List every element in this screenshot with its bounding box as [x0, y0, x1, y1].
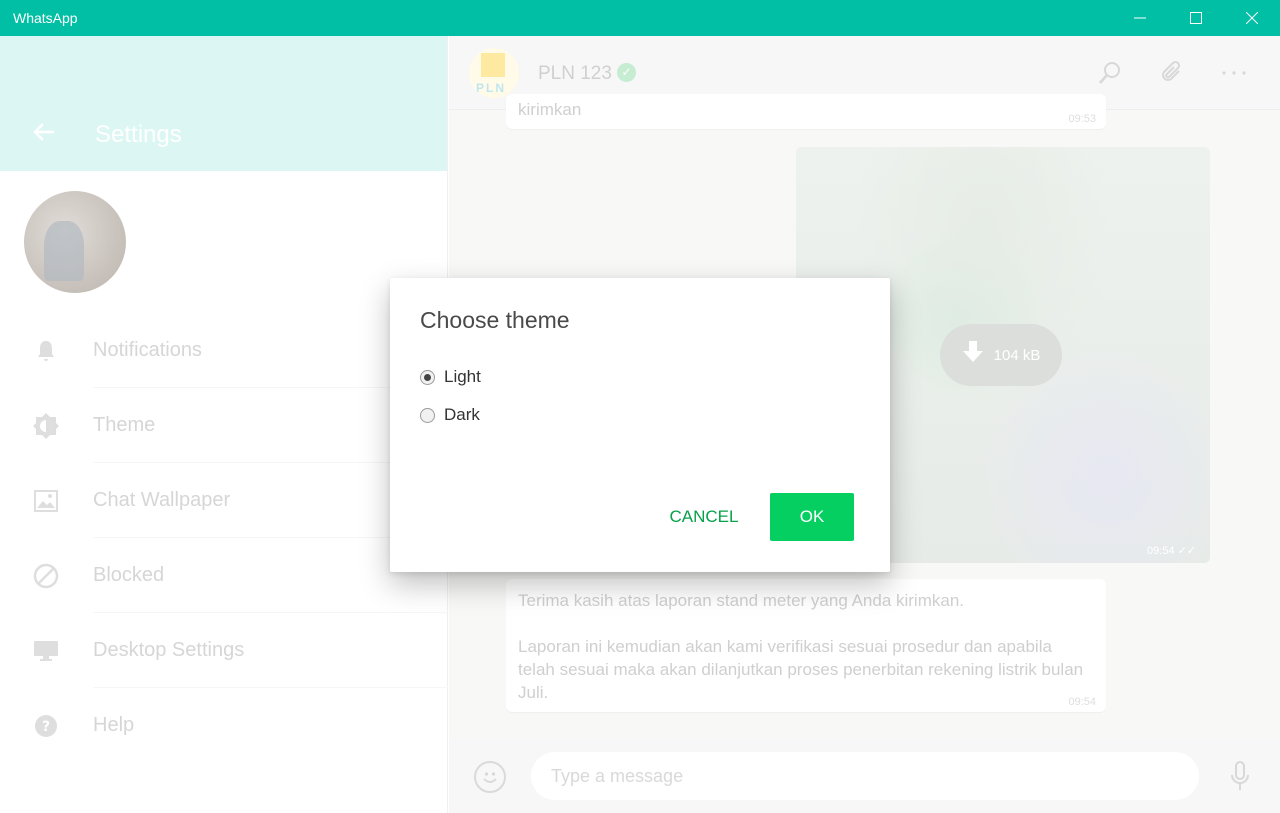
menu-item-help[interactable]: ? Help — [0, 688, 448, 763]
menu-item-label: Blocked — [93, 564, 165, 586]
menu-item-label: Chat Wallpaper — [93, 489, 231, 511]
menu-item-label: Theme — [93, 414, 156, 436]
settings-menu: Notifications Theme Chat Wallpaper Block… — [0, 313, 448, 763]
menu-item-chat-wallpaper[interactable]: Chat Wallpaper — [0, 463, 448, 538]
time-text: 09:54 — [1146, 545, 1175, 557]
profile-avatar[interactable] — [24, 191, 126, 293]
option-label: Dark — [444, 405, 480, 424]
menu-item-blocked[interactable]: Blocked — [0, 538, 448, 613]
ok-button[interactable]: OK — [770, 493, 854, 541]
message-time: 09:53 — [1068, 113, 1096, 125]
contact-name[interactable]: PLN 123 — [538, 63, 612, 85]
option-label: Light — [444, 367, 481, 386]
message-time: 09:54 — [1068, 696, 1096, 708]
microphone-button[interactable] — [1227, 760, 1253, 794]
paperclip-icon — [1162, 60, 1181, 81]
help-icon: ? — [31, 711, 61, 741]
cancel-button[interactable]: CANCEL — [662, 493, 746, 541]
radio-dark[interactable] — [420, 407, 435, 423]
search-button[interactable] — [1095, 58, 1125, 88]
lightning-logo-icon — [481, 53, 505, 77]
more-options-button[interactable] — [1219, 58, 1249, 88]
minimize-button[interactable] — [1112, 0, 1168, 36]
download-arrow-icon — [962, 340, 984, 370]
svg-text:?: ? — [42, 719, 50, 735]
window-title: WhatsApp — [13, 10, 78, 26]
message-input[interactable] — [531, 752, 1199, 800]
smiley-icon — [483, 772, 497, 783]
double-check-icon: ✓✓ — [1177, 545, 1196, 557]
back-button[interactable] — [32, 120, 56, 151]
close-icon — [1246, 12, 1258, 24]
more-horizontal-icon — [1222, 71, 1246, 75]
settings-title: Settings — [95, 121, 182, 148]
logo-text: PLN — [476, 81, 506, 95]
message-bubble: kirimkan 09:53 — [506, 94, 1106, 129]
message-text: kirimkan — [518, 100, 582, 119]
dialog-title: Choose theme — [420, 307, 570, 333]
bell-icon — [31, 336, 61, 366]
menu-item-theme[interactable]: Theme — [0, 388, 448, 463]
blocked-icon — [31, 561, 61, 591]
title-bar: WhatsApp — [0, 0, 1280, 36]
theme-option-light[interactable]: Light — [420, 367, 481, 387]
message-composer — [449, 738, 1280, 813]
maximize-button[interactable] — [1168, 0, 1224, 36]
theme-option-dark[interactable]: Dark — [420, 405, 480, 425]
theme-icon — [31, 411, 61, 441]
monitor-icon — [31, 636, 61, 666]
maximize-icon — [1190, 12, 1202, 24]
minimize-icon — [1134, 17, 1146, 19]
verified-check-icon: ✓ — [617, 63, 636, 82]
file-size: 104 kB — [993, 346, 1041, 364]
message-bubble: Terima kasih atas laporan stand meter ya… — [506, 579, 1106, 712]
emoji-button[interactable] — [474, 761, 506, 793]
message-time: 09:54 ✓✓ — [1147, 544, 1196, 557]
search-icon — [1099, 62, 1120, 84]
microphone-icon — [1231, 761, 1249, 790]
download-button[interactable]: 104 kB — [940, 324, 1062, 386]
arrow-left-icon — [33, 123, 54, 141]
message-text: Terima kasih atas laporan stand meter ya… — [518, 591, 1084, 702]
close-button[interactable] — [1224, 0, 1280, 36]
menu-item-label: Desktop Settings — [93, 639, 245, 661]
choose-theme-dialog: Choose theme Light Dark CANCEL OK — [390, 278, 890, 572]
menu-item-label: Help — [93, 714, 135, 736]
settings-header: Settings — [0, 36, 447, 171]
attach-button[interactable] — [1158, 58, 1188, 88]
menu-item-desktop-settings[interactable]: Desktop Settings — [0, 613, 448, 688]
menu-item-label: Notifications — [93, 339, 202, 361]
contact-avatar[interactable]: PLN — [469, 48, 519, 98]
wallpaper-icon — [31, 486, 61, 516]
settings-pane: Settings Notifications Theme Chat Wallpa… — [0, 36, 448, 813]
radio-light[interactable] — [420, 369, 435, 385]
menu-item-notifications[interactable]: Notifications — [0, 313, 448, 388]
